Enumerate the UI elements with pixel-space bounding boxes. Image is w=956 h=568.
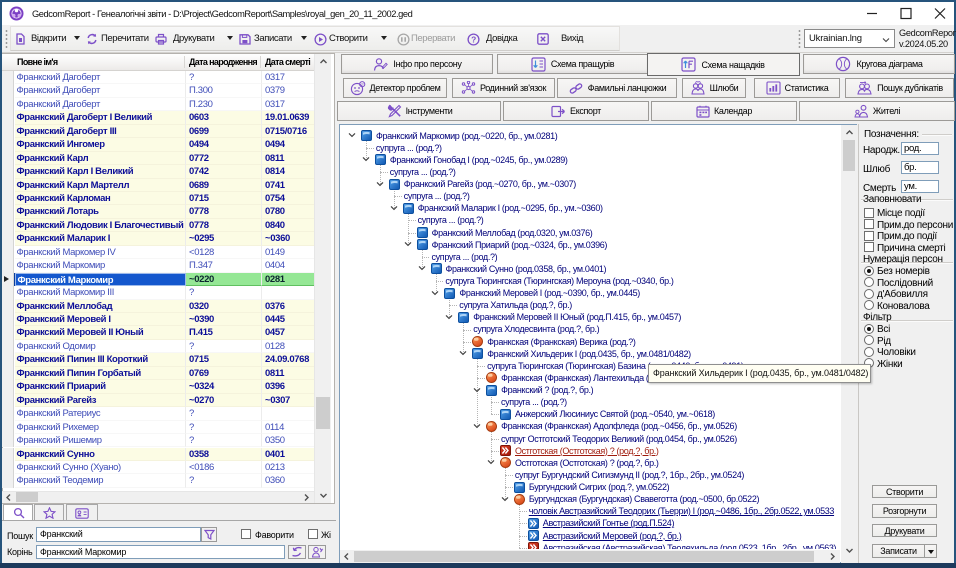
svg-text:?: ? — [471, 34, 476, 44]
